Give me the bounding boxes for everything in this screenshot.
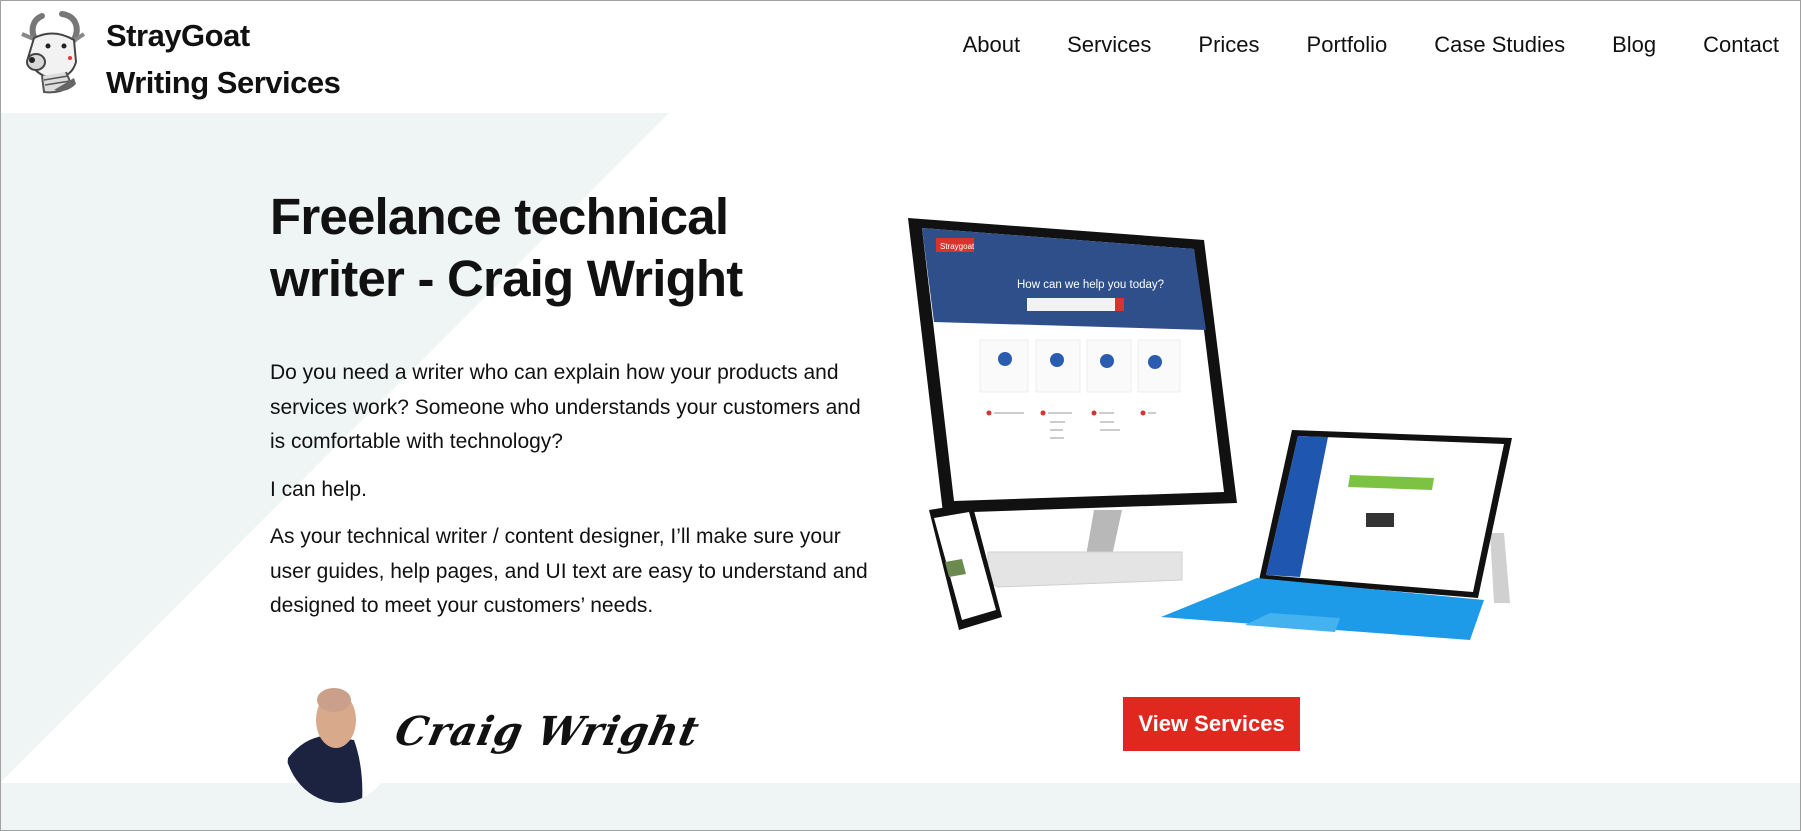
monitor-search-bar [1027,298,1117,311]
author-portrait-image [284,688,363,803]
logo-line-2: Writing Services [106,65,341,100]
intro-paragraph-1: Do you need a writer who can explain how… [270,361,861,453]
nav-blog[interactable]: Blog [1612,30,1656,60]
title-line-1: Freelance technical [270,188,729,245]
site-logo[interactable]: StrayGoat Writing Services [14,10,341,100]
laptop-content-image [1366,513,1394,527]
author-photo [284,678,396,803]
intro-paragraph-3: As your technical writer / content desig… [270,525,868,617]
main-nav: About Services Prices Portfolio Case Stu… [963,30,1779,60]
monitor-logo-text: Straygoat [940,242,975,251]
title-line-2: writer - Craig Wright [270,250,743,307]
laptop-kickstand [1490,533,1510,603]
nav-prices[interactable]: Prices [1198,30,1259,60]
nav-services[interactable]: Services [1067,30,1151,60]
nav-contact[interactable]: Contact [1703,30,1779,60]
logo-text: StrayGoat Writing Services [106,12,341,106]
monitor-search-button [1115,298,1124,311]
page-title: Freelance technical writer - Craig Wrigh… [270,186,870,310]
view-services-button[interactable]: View Services [1123,697,1300,751]
monitor-base [987,551,1183,588]
bottom-band [0,783,1801,831]
nav-portfolio[interactable]: Portfolio [1307,30,1388,60]
devices-image: Straygoat How can we help you today? [908,218,1512,640]
author-signature: Craig Wright [391,708,704,755]
logo-line-1: StrayGoat [106,18,250,53]
intro-copy: Do you need a writer who can explain how… [270,356,870,637]
nav-case-studies[interactable]: Case Studies [1434,30,1565,60]
monitor-heading: How can we help you today? [1017,279,1164,291]
nav-about[interactable]: About [963,30,1021,60]
goat-logo-icon [21,11,86,94]
monitor-stand [1086,510,1122,556]
intro-paragraph-2: I can help. [270,477,367,501]
